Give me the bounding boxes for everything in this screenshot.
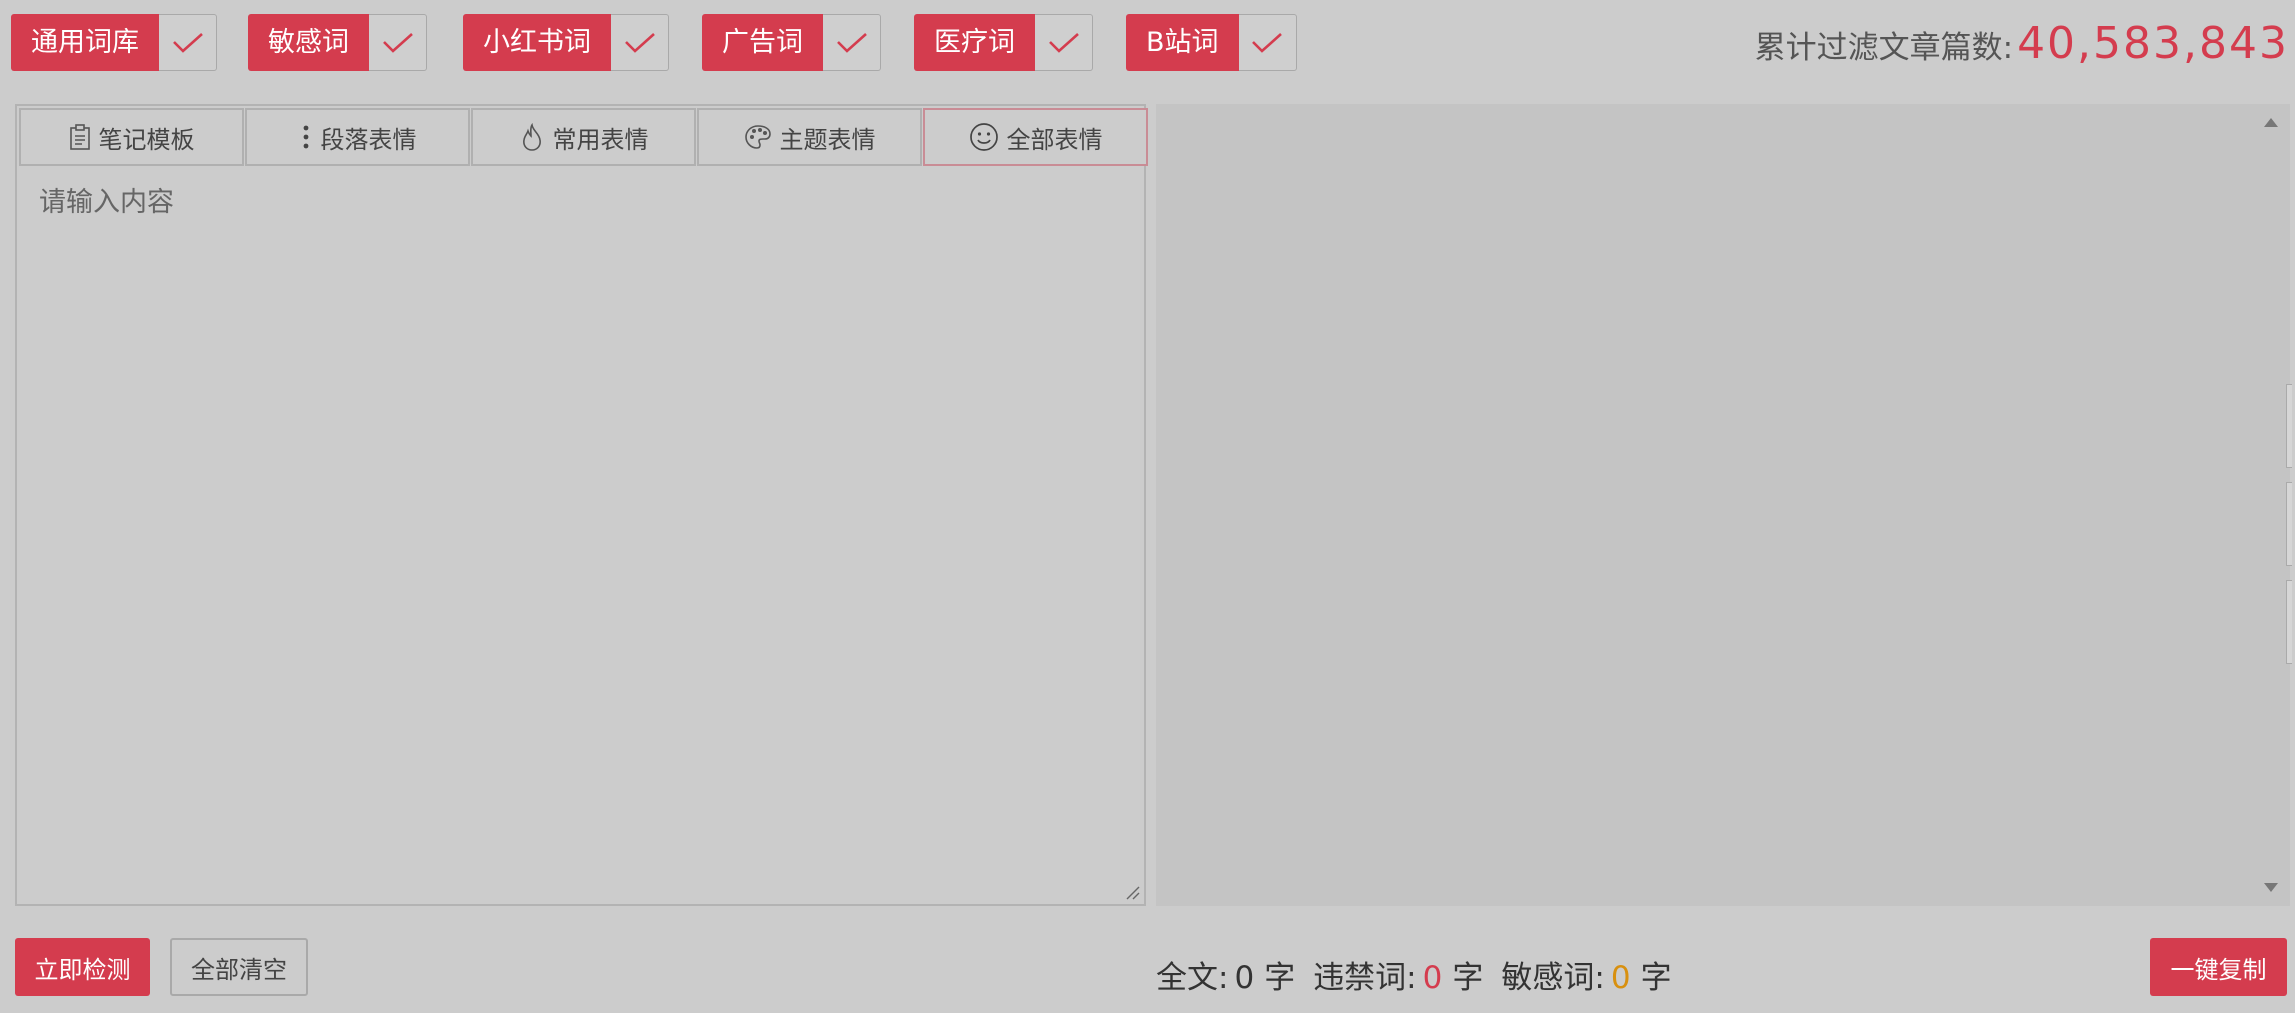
tab-paragraph-emoji[interactable]: 段落表情 (245, 108, 470, 166)
counter-label: 累计过滤文章篇数: (1754, 30, 2014, 66)
stat-total-label: 全文: (1156, 960, 1229, 996)
filter-tag-label: B站词 (1126, 14, 1239, 71)
emoji-toolbar: 笔记模板 段落表情 常用表情 主题表情 全部表情 (19, 108, 1149, 166)
stat-banned-value: 0 (1422, 960, 1443, 996)
tab-note-template[interactable]: 笔记模板 (19, 108, 244, 166)
side-tab-handle[interactable] (2286, 384, 2292, 468)
filter-tag-general[interactable]: 通用词库 (11, 14, 217, 71)
filter-tag-ads[interactable]: 广告词 (702, 14, 881, 71)
filter-tag-label: 敏感词 (248, 14, 369, 71)
filter-tag-label: 医疗词 (914, 14, 1035, 71)
side-tab-handle[interactable] (2286, 580, 2292, 664)
stat-banned: 违禁词: 0 字 (1313, 952, 1483, 997)
filter-tag-label: 广告词 (702, 14, 823, 71)
tab-label: 全部表情 (1006, 125, 1103, 154)
checkmark-icon[interactable] (611, 14, 669, 71)
stat-total-unit: 字 (1264, 960, 1296, 996)
resize-grip-icon[interactable] (1124, 884, 1140, 900)
tab-common-emoji[interactable]: 常用表情 (471, 108, 696, 166)
scroll-down-arrow-icon[interactable] (2264, 883, 2278, 892)
filter-tag-label: 通用词库 (11, 14, 159, 71)
stat-total: 全文: 0 字 (1156, 952, 1295, 997)
smiley-icon (969, 122, 999, 152)
fire-icon (519, 123, 545, 151)
vertical-dots-icon (299, 124, 313, 150)
stat-sensitive-unit: 字 (1640, 960, 1672, 996)
checkmark-icon[interactable] (1035, 14, 1093, 71)
tab-label: 主题表情 (779, 125, 876, 154)
stat-total-value: 0 (1234, 960, 1255, 996)
copy-all-button[interactable]: 一键复制 (2150, 938, 2287, 996)
stat-sensitive-label: 敏感词: (1501, 960, 1605, 996)
tab-label: 段落表情 (320, 125, 417, 154)
filter-tag-medical[interactable]: 医疗词 (914, 14, 1093, 71)
stat-sensitive-value: 0 (1610, 960, 1631, 996)
preview-panel (1156, 104, 2292, 906)
tab-theme-emoji[interactable]: 主题表情 (697, 108, 922, 166)
detect-now-button[interactable]: 立即检测 (15, 938, 150, 996)
palette-icon (744, 124, 772, 150)
checkmark-icon[interactable] (159, 14, 217, 71)
word-stats: 全文: 0 字 违禁词: 0 字 敏感词: 0 字 (1156, 952, 1690, 996)
tab-all-emoji[interactable]: 全部表情 (923, 108, 1148, 166)
editor-panel: 笔记模板 段落表情 常用表情 主题表情 全部表情 请输入内容 (15, 104, 1149, 906)
filter-tag-xiaohongshu[interactable]: 小红书词 (463, 14, 669, 71)
tab-label: 笔记模板 (98, 125, 195, 154)
scroll-up-arrow-icon[interactable] (2264, 118, 2278, 127)
filter-tag-label: 小红书词 (463, 14, 611, 71)
filter-tag-sensitive[interactable]: 敏感词 (248, 14, 427, 71)
side-tab-handle[interactable] (2286, 482, 2292, 566)
clear-all-button[interactable]: 全部清空 (170, 938, 308, 996)
counter-value: 40,583,843 (2017, 18, 2289, 69)
stat-banned-label: 违禁词: (1313, 960, 1417, 996)
checkmark-icon[interactable] (823, 14, 881, 71)
filter-tag-bilibili[interactable]: B站词 (1126, 14, 1297, 71)
clipboard-icon (69, 124, 91, 150)
stat-banned-unit: 字 (1452, 960, 1484, 996)
checkmark-icon[interactable] (369, 14, 427, 71)
tab-label: 常用表情 (552, 125, 649, 154)
checkmark-icon[interactable] (1238, 14, 1297, 71)
filtered-article-counter: 累计过滤文章篇数: 40,583,843 (1755, 18, 2289, 74)
content-textarea[interactable] (19, 166, 1142, 902)
stat-sensitive: 敏感词: 0 字 (1501, 952, 1671, 997)
